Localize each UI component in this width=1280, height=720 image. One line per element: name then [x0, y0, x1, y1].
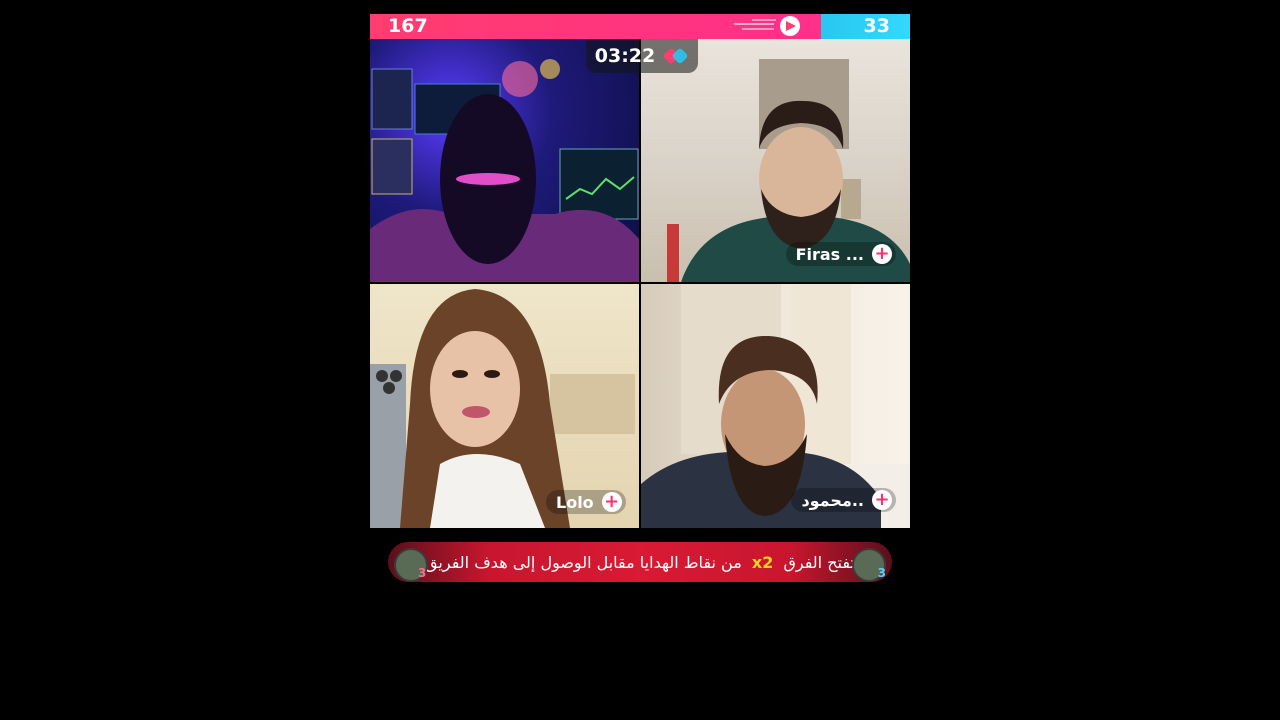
participant-name: Lolo	[556, 492, 594, 512]
announcement-banner: 3 تفتح الفرق x2 من نقاط الهدايا مقابل ال…	[388, 542, 892, 582]
battle-timer: 03:22	[586, 39, 698, 73]
participant-name-pill[interactable]: Firas ... +	[785, 242, 896, 266]
participant-name-pill[interactable]: Lolo +	[546, 490, 626, 514]
red-team-score: 167	[388, 15, 428, 37]
timer-value: 03:22	[594, 45, 656, 67]
rank-badge: 3	[877, 566, 886, 580]
comet-icon	[734, 16, 800, 36]
battle-score-bar: 167 33	[370, 14, 910, 39]
rank-badge: 3	[418, 566, 427, 580]
video-grid: 03:22 Firas ... + Lolo + محمود.. +	[370, 39, 910, 528]
follow-plus-icon[interactable]: +	[872, 490, 892, 510]
banner-text-after: من نقاط الهدايا مقابل الوصول إلى هدف الف…	[425, 552, 742, 572]
participant-video-top-left[interactable]	[370, 39, 639, 282]
participant-video-top-right[interactable]: Firas ... +	[641, 39, 910, 282]
follow-plus-icon[interactable]: +	[872, 244, 892, 264]
participant-video-bottom-right[interactable]: محمود.. +	[641, 284, 910, 528]
video-frame-image	[370, 59, 639, 282]
live-battle-stage: 167 33 03:22 Firas ... + Lolo + محمود.. …	[370, 14, 910, 586]
participant-name-pill[interactable]: محمود.. +	[791, 488, 896, 512]
banner-text: تفتح الفرق x2 من نقاط الهدايا مقابل الوص…	[425, 553, 855, 572]
multiplier-badge: x2	[751, 552, 774, 572]
battle-icon	[663, 48, 688, 64]
banner-text-before: تفتح الفرق	[783, 552, 855, 572]
blue-team-score: 33	[863, 15, 890, 37]
participant-video-bottom-left[interactable]: Lolo +	[370, 284, 639, 528]
participant-name: محمود..	[801, 490, 864, 510]
follow-plus-icon[interactable]: +	[601, 492, 622, 512]
participant-name: Firas ...	[795, 244, 864, 264]
